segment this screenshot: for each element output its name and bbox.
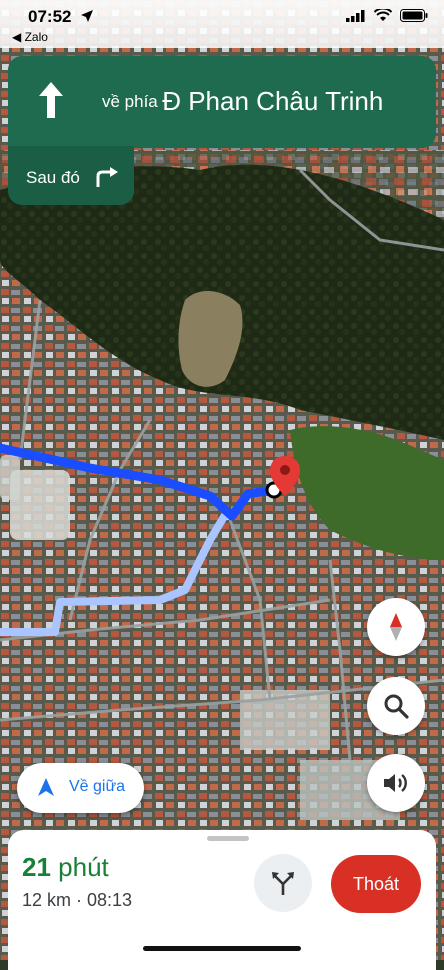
turn-right-icon — [96, 167, 118, 187]
eta-minutes-value: 21 — [22, 852, 51, 882]
compass-button[interactable] — [367, 598, 425, 656]
search-button[interactable] — [367, 677, 425, 735]
alternate-routes-button[interactable] — [254, 854, 312, 912]
search-icon — [384, 694, 409, 719]
sheet-drag-handle[interactable] — [207, 836, 249, 841]
back-to-app-link[interactable]: ◀ Zalo — [12, 30, 48, 44]
exit-button[interactable]: Thoát — [331, 855, 421, 913]
recenter-label: Về giữa — [69, 778, 126, 795]
battery-icon — [400, 9, 428, 22]
home-indicator[interactable] — [143, 946, 301, 951]
navigation-arrow-icon — [38, 778, 54, 796]
signal-icon — [346, 9, 365, 22]
alternate-routes-icon — [272, 872, 294, 895]
street-name: Đ Phan Châu Trinh — [162, 86, 384, 116]
next-maneuver-box[interactable]: Sau đó — [8, 146, 134, 205]
arrow-up-icon — [39, 82, 63, 118]
eta-minutes-unit: phút — [58, 852, 109, 882]
status-bar: 07:52 ◀ Zalo — [0, 0, 444, 48]
compass-icon — [390, 613, 402, 641]
wifi-icon — [374, 9, 392, 21]
direction-banner[interactable]: về phía Đ Phan Châu Trinh — [8, 56, 436, 148]
then-label: Sau đó — [26, 168, 80, 187]
location-arrow-icon — [81, 10, 93, 22]
sound-button[interactable] — [367, 754, 425, 812]
distance-arrival: 12 km · 08:13 — [22, 890, 133, 910]
system-icons — [346, 9, 428, 22]
eta-duration: 21 phút — [22, 852, 109, 883]
recenter-button[interactable]: Về giữa — [17, 763, 144, 813]
status-time: 07:52 — [28, 7, 72, 26]
sound-icon — [384, 774, 407, 792]
direction-prefix: về phía — [102, 92, 158, 111]
direction-text: về phía Đ Phan Châu Trinh — [102, 86, 383, 117]
